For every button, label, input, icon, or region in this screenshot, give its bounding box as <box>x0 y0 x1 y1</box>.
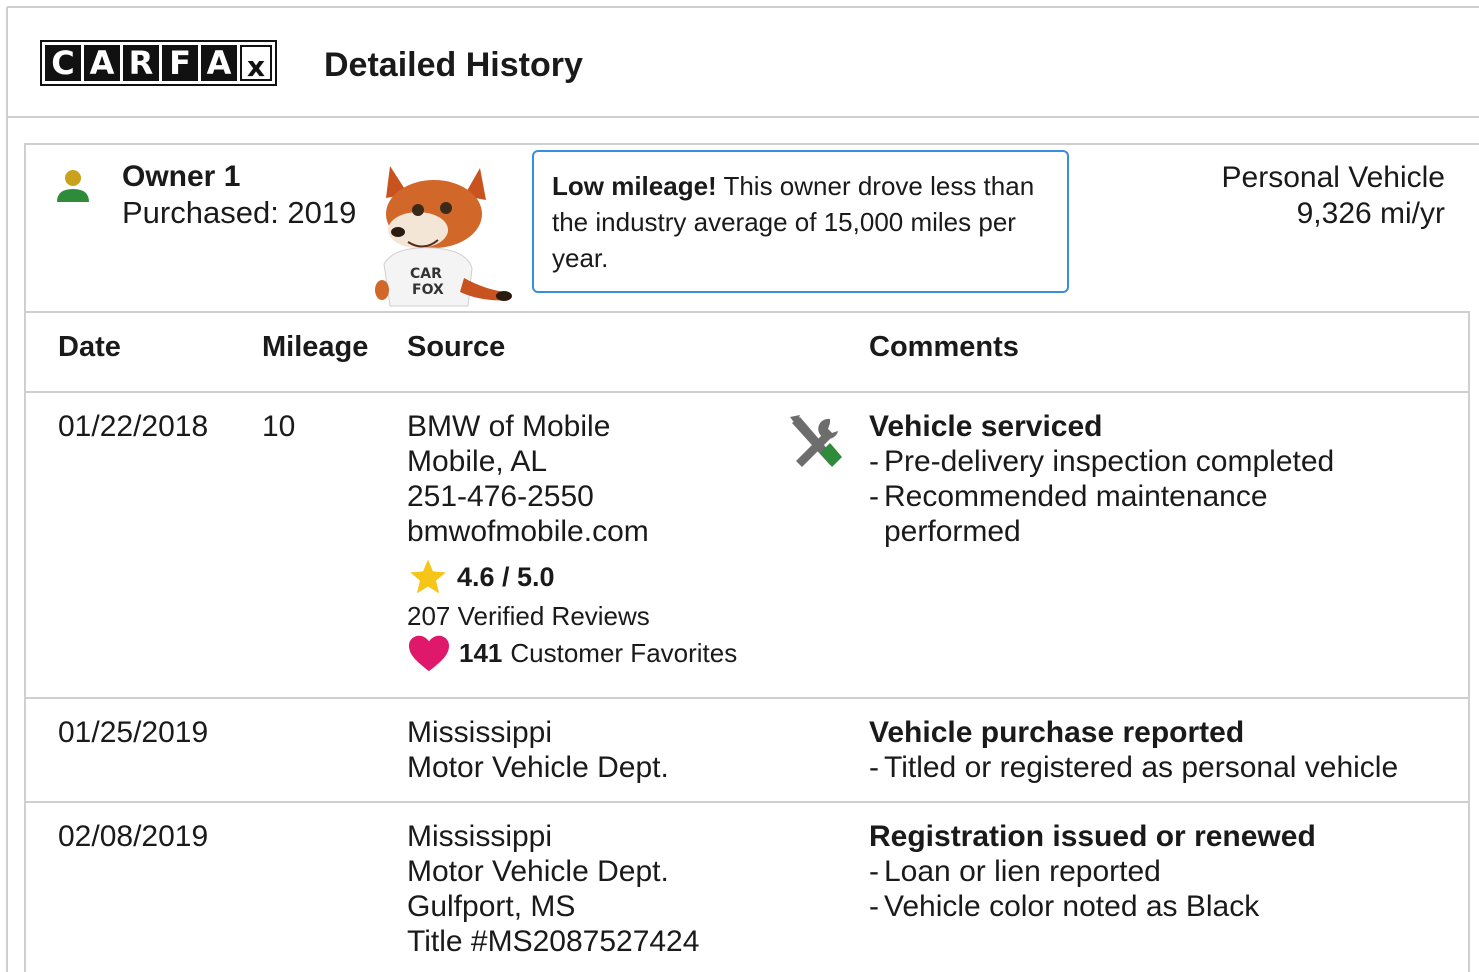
vehicle-type-block: Personal Vehicle 9,326 mi/yr <box>1222 160 1445 232</box>
carfox-mascot-icon: CAR FOX <box>375 166 512 307</box>
source-line: Motor Vehicle Dept. <box>407 751 669 784</box>
table-row: 01/25/2019 Mississippi Motor Vehicle Dep… <box>26 699 1468 803</box>
mileage-rate: 9,326 mi/yr <box>1296 197 1445 230</box>
row-comments: Vehicle purchase reported - Titled or reg… <box>869 715 1398 785</box>
favorites-label: Customer Favorites <box>510 637 738 668</box>
row-date: 01/25/2019 <box>58 716 209 749</box>
service-tools-icon <box>790 415 842 467</box>
source-line: Mobile, AL <box>407 445 548 478</box>
svg-text:CAR: CAR <box>410 266 442 282</box>
callout-bold: Low mileage! <box>552 171 717 201</box>
page-title: Detailed History <box>324 46 583 84</box>
low-mileage-callout: Low mileage! This owner drove less than … <box>532 150 1069 293</box>
vehicle-type: Personal Vehicle <box>1221 161 1445 194</box>
row-source: Mississippi Motor Vehicle Dept. <box>407 715 669 785</box>
logo-letter: A <box>201 45 237 81</box>
source-line[interactable]: 251-476-2550 <box>407 479 737 514</box>
source-line: Gulfport, MS <box>407 890 576 923</box>
source-line[interactable]: BMW of Mobile <box>407 409 737 444</box>
carfax-logo: C A R F A x <box>40 40 277 86</box>
row-date: 01/22/2018 <box>58 410 209 443</box>
header-source: Source <box>407 331 506 363</box>
comment-line: - Titled or registered as personal vehicl… <box>869 751 1399 784</box>
history-table: Date Mileage Source Comments 01/22/2018 … <box>24 311 1470 972</box>
owner-person-icon <box>57 170 89 202</box>
comment-line: - Pre-delivery inspection completed <box>869 445 1335 478</box>
logo-letter: x <box>240 45 272 83</box>
comment-line: - Vehicle color noted as Black <box>869 890 1260 923</box>
row-comments: Registration issued or renewed - Loan or … <box>869 819 1316 924</box>
row-source: Mississippi Motor Vehicle Dept. Gulfport… <box>407 819 699 959</box>
customer-favorites: 141 Customer Favorites <box>407 633 737 673</box>
source-link[interactable]: bmwofmobile.com <box>407 514 737 549</box>
row-comments: Vehicle serviced - Pre-delivery inspectio… <box>869 409 1449 549</box>
favorites-count: 141 <box>459 637 503 668</box>
report-header: C A R F A x Detailed History <box>8 8 1479 118</box>
comment-title: Registration issued or renewed <box>869 820 1316 853</box>
rating-value: 4.6 / 5.0 <box>457 561 555 592</box>
row-date: 02/08/2019 <box>58 820 209 853</box>
verified-reviews-link[interactable]: 207 Verified Reviews <box>407 599 737 633</box>
table-header: Date Mileage Source Comments <box>26 313 1468 393</box>
comment-title: Vehicle purchase reported <box>869 716 1245 749</box>
table-row: 01/22/2018 10 BMW of Mobile Mobile, AL 2… <box>26 393 1468 699</box>
owner-name: Owner 1 <box>122 160 241 193</box>
dealer-rating: 4.6 / 5.0 <box>407 557 737 597</box>
header-comments: Comments <box>869 331 1019 363</box>
svg-text:FOX: FOX <box>412 282 444 298</box>
header-date: Date <box>58 331 121 363</box>
logo-letter: C <box>45 45 81 81</box>
row-source: BMW of Mobile Mobile, AL 251-476-2550 bm… <box>407 409 737 673</box>
table-row: 02/08/2019 Mississippi Motor Vehicle Dep… <box>26 803 1468 972</box>
logo-letter: F <box>162 45 198 81</box>
logo-letter: A <box>84 45 120 81</box>
source-line: Motor Vehicle Dept. <box>407 855 669 888</box>
logo-letter: R <box>123 45 159 81</box>
heart-icon <box>409 635 449 672</box>
star-icon <box>410 559 446 594</box>
source-line: Mississippi <box>407 820 553 853</box>
comment-line: - Recommended maintenance performed <box>869 480 1268 548</box>
source-line: Title #MS2087527424 <box>407 925 700 958</box>
owner-purchased: Purchased: 2019 <box>122 195 357 230</box>
row-mileage: 10 <box>262 410 296 443</box>
header-mileage: Mileage <box>262 331 369 363</box>
comment-title: Vehicle serviced <box>869 410 1103 443</box>
comment-line: - Loan or lien reported <box>869 855 1161 888</box>
source-line: Mississippi <box>407 716 553 749</box>
